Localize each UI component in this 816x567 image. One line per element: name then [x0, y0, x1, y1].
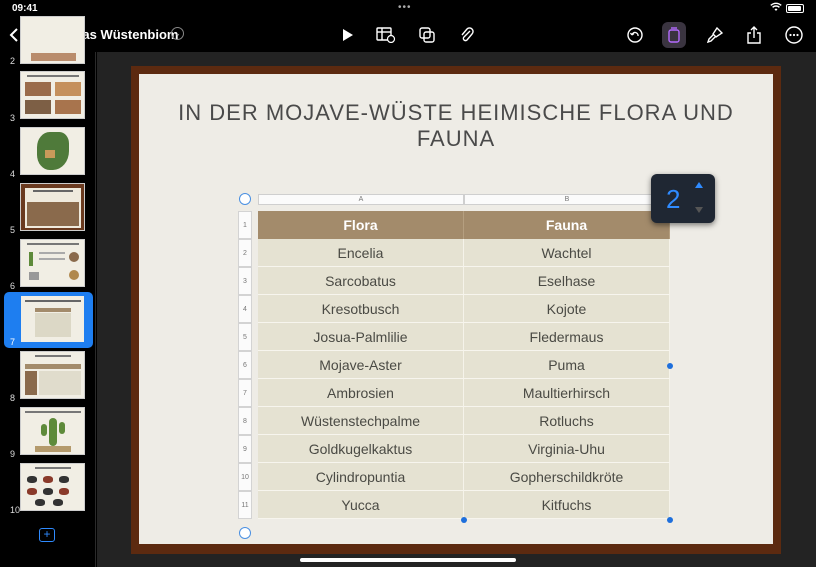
chevron-down-icon[interactable]: ⌄	[171, 27, 184, 40]
add-row-handle[interactable]	[239, 527, 251, 539]
table-row[interactable]: Sarcobatus Eselhase	[258, 267, 670, 295]
table-cell[interactable]: Encelia	[258, 239, 464, 267]
row-header[interactable]: 10	[238, 463, 252, 491]
table-cell[interactable]: Wüstenstechpalme	[258, 407, 464, 435]
table-cell[interactable]: Maultierhirsch	[464, 379, 670, 407]
slide-number: 9	[10, 449, 16, 459]
slide-number: 7	[10, 337, 16, 347]
slide-thumbnail-image	[20, 295, 85, 343]
table-header-row[interactable]: Flora Fauna	[258, 211, 670, 239]
resize-handle-right[interactable]	[667, 363, 673, 369]
slide-thumbnail-image	[20, 127, 85, 175]
battery-icon	[786, 4, 804, 13]
paperclip-icon[interactable]	[456, 18, 478, 52]
slide-thumbnail-image	[20, 351, 85, 399]
format-icon[interactable]	[662, 22, 686, 48]
table-cell[interactable]: Eselhase	[464, 267, 670, 295]
increment-arrow-icon[interactable]	[695, 182, 703, 188]
row-header[interactable]: 7	[238, 379, 252, 407]
paintbrush-icon[interactable]	[704, 18, 726, 52]
table-cell[interactable]: Goldkugelkaktus	[258, 435, 464, 463]
table-cell[interactable]: Kitfuchs	[464, 491, 670, 519]
decrement-arrow-icon[interactable]	[695, 207, 703, 213]
table-row[interactable]: Ambrosien Maultierhirsch	[258, 379, 670, 407]
table-row[interactable]: Goldkugelkaktus Virginia-Uhu	[258, 435, 670, 463]
row-header[interactable]: 11	[238, 491, 252, 519]
slide-thumbnail-image	[20, 16, 85, 64]
table-icon[interactable]	[374, 18, 398, 52]
column-header-b[interactable]: B	[464, 194, 670, 205]
play-icon[interactable]	[338, 18, 358, 52]
share-icon[interactable]	[744, 18, 764, 52]
slide-thumbnail-image	[20, 407, 85, 455]
multitasking-dots[interactable]: •••	[398, 2, 412, 13]
slide-number: 2	[10, 56, 16, 66]
row-header[interactable]: 6	[238, 351, 252, 379]
table-cell[interactable]: Gopherschildkröte	[464, 463, 670, 491]
table-row[interactable]: Wüstenstechpalme Rotluchs	[258, 407, 670, 435]
row-header[interactable]: 5	[238, 323, 252, 351]
table-cell[interactable]: Rotluchs	[464, 407, 670, 435]
table-header-cell[interactable]: Fauna	[464, 211, 670, 239]
clock: 09:41	[12, 3, 38, 14]
table-cell[interactable]: Wachtel	[464, 239, 670, 267]
table-cell[interactable]: Cylindropuntia	[258, 463, 464, 491]
row-header[interactable]: 2	[238, 239, 252, 267]
slide-title[interactable]: IN DER MOJAVE-WÜSTE HEIMISCHE FLORA UND …	[139, 100, 773, 152]
row-header[interactable]: 1	[238, 211, 252, 239]
slide-thumbnail-image	[20, 71, 85, 119]
table-row[interactable]: Encelia Wachtel	[258, 239, 670, 267]
resize-handle-bottom[interactable]	[461, 517, 467, 523]
document-title[interactable]: Das Wüstenbiom	[73, 27, 178, 42]
undo-icon[interactable]	[624, 18, 646, 52]
add-slide-button[interactable]: +	[39, 528, 55, 542]
row-header[interactable]: 9	[238, 435, 252, 463]
table-select-handle[interactable]	[239, 193, 251, 205]
table-row[interactable]: Kresotbusch Kojote	[258, 295, 670, 323]
table-cell[interactable]: Fledermaus	[464, 323, 670, 351]
slide-thumbnail-image	[20, 239, 85, 287]
table-cell[interactable]: Kojote	[464, 295, 670, 323]
slide-number: 10	[10, 505, 21, 515]
slide-number: 6	[10, 281, 16, 291]
table-cell[interactable]: Puma	[464, 351, 670, 379]
table-cell[interactable]: Kresotbusch	[258, 295, 464, 323]
home-indicator[interactable]	[300, 558, 516, 562]
table-cell[interactable]: Mojave-Aster	[258, 351, 464, 379]
table-row[interactable]: Mojave-Aster Puma	[258, 351, 670, 379]
column-header-a[interactable]: A	[258, 194, 464, 205]
table-cell[interactable]: Ambrosien	[258, 379, 464, 407]
shapes-icon[interactable]	[416, 18, 438, 52]
resize-handle-corner[interactable]	[667, 517, 673, 523]
slide-number: 5	[10, 225, 16, 235]
table-cell[interactable]: Sarcobatus	[258, 267, 464, 295]
wifi-icon	[770, 2, 782, 15]
toolbar: Das Wüstenbiom ⌄	[0, 18, 816, 52]
stepper-value: 2	[666, 184, 681, 214]
table-header-cell[interactable]: Flora	[258, 211, 464, 239]
table-cell[interactable]: Josua-Palmlilie	[258, 323, 464, 351]
table-row[interactable]: Josua-Palmlilie Fledermaus	[258, 323, 670, 351]
slide-navigator: 2 3 4 5 6 7 8 9 10 +	[0, 16, 96, 567]
slide-thumbnail-image	[20, 183, 85, 231]
status-bar: 09:41 •••	[0, 0, 816, 18]
slide-number: 4	[10, 169, 16, 179]
slide-number: 3	[10, 113, 16, 123]
table-row[interactable]: Cylindropuntia Gopherschildkröte	[258, 463, 670, 491]
table-cell[interactable]: Virginia-Uhu	[464, 435, 670, 463]
row-header[interactable]: 3	[238, 267, 252, 295]
row-count-stepper[interactable]: 2	[651, 174, 715, 223]
more-icon[interactable]	[783, 18, 805, 52]
row-header[interactable]: 4	[238, 295, 252, 323]
slide-number: 8	[10, 393, 16, 403]
slide-thumbnail-image	[20, 463, 85, 511]
table-row[interactable]: Yucca Kitfuchs	[258, 491, 670, 519]
row-header[interactable]: 8	[238, 407, 252, 435]
table-cell[interactable]: Yucca	[258, 491, 464, 519]
